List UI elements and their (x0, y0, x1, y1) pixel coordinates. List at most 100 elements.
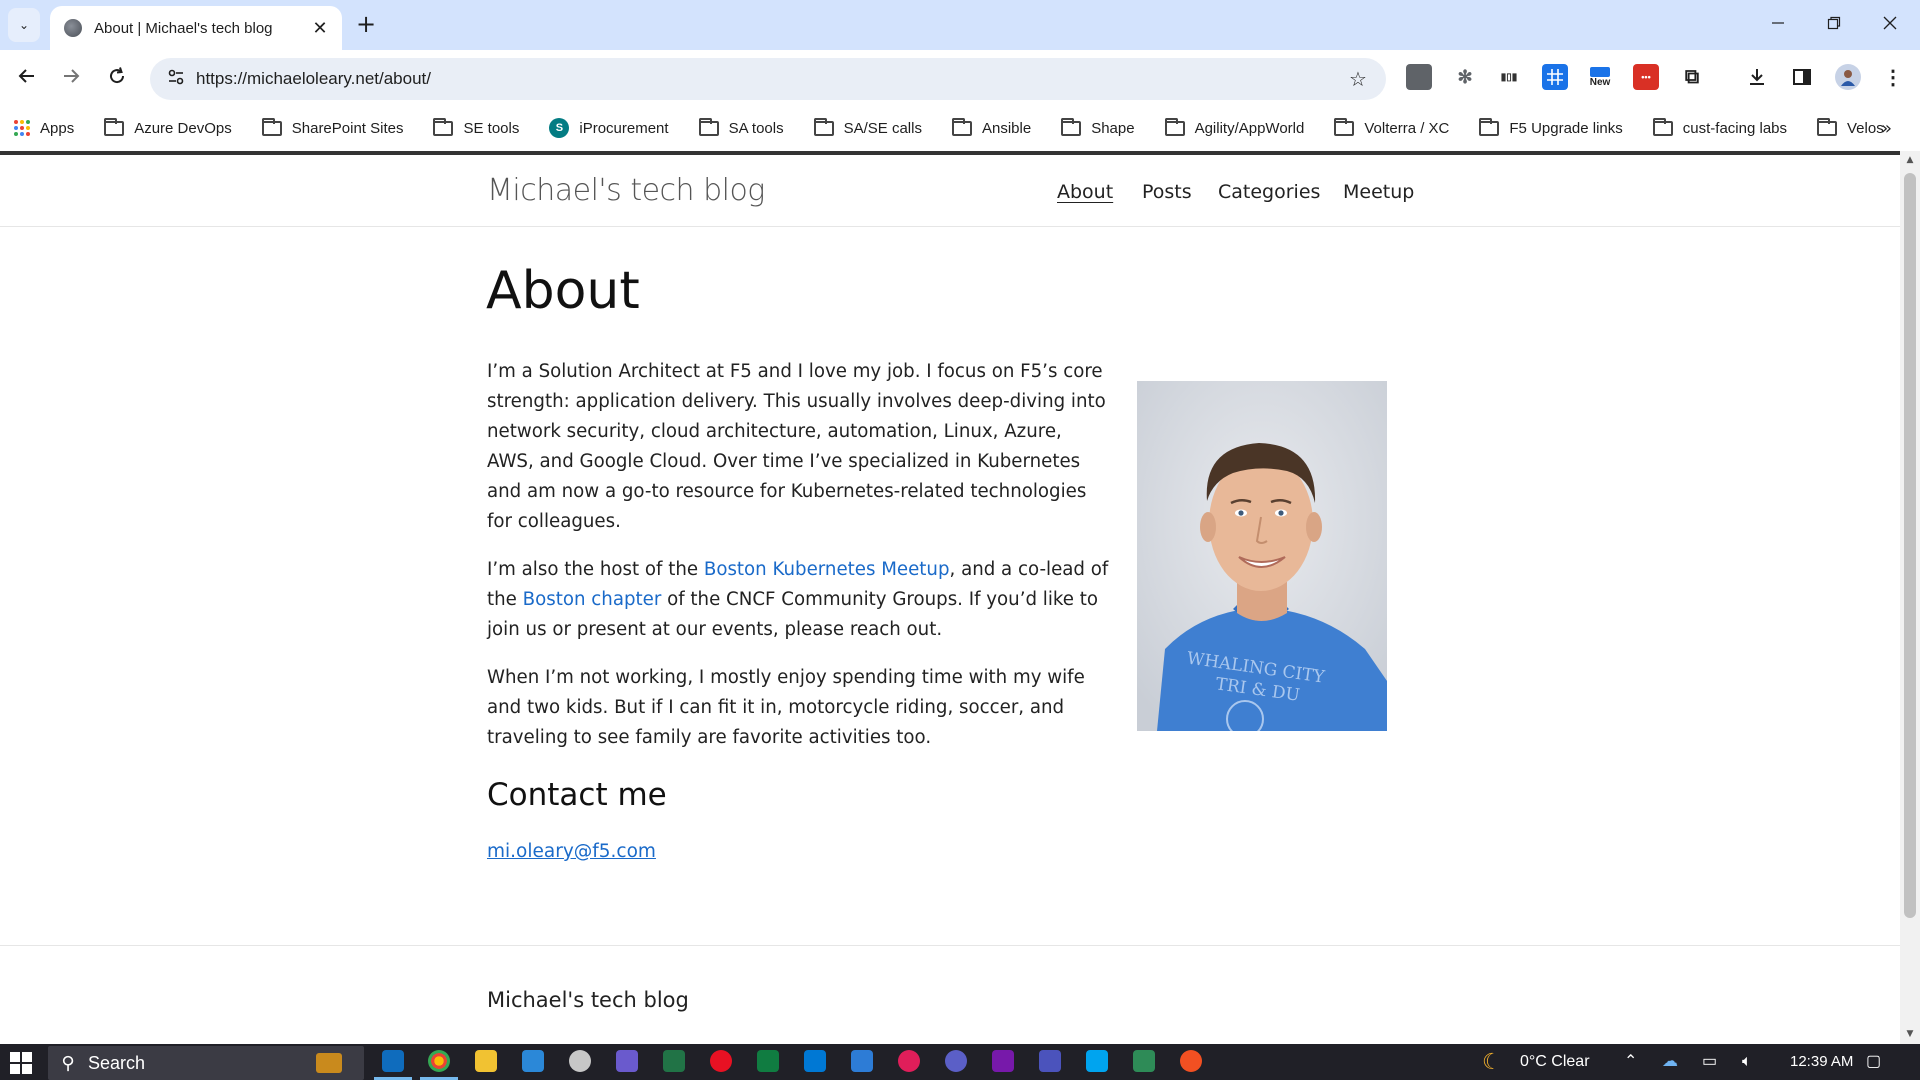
profile-avatar[interactable] (1835, 64, 1861, 90)
show-hidden-icons-icon[interactable]: ⌃ (1624, 1044, 1637, 1080)
volume-icon[interactable]: 🔈︎ (1742, 1044, 1752, 1080)
slack-icon[interactable] (898, 1050, 920, 1072)
close-tab-icon[interactable]: ✕ (310, 18, 330, 39)
scroll-up-arrow-icon[interactable]: ▲ (1900, 155, 1920, 165)
page-scrollbar[interactable]: ▲ ▼ (1900, 151, 1920, 1044)
weather-text[interactable]: 0°C Clear (1520, 1044, 1590, 1080)
app-icon-8[interactable] (710, 1050, 732, 1072)
todo-icon[interactable] (522, 1050, 544, 1072)
clock[interactable]: 12:39 AM (1790, 1044, 1853, 1080)
paragraph-intro: I’m a Solution Architect at F5 and I lov… (487, 361, 1106, 532)
moon-weather-icon: ☾ (1482, 1049, 1502, 1074)
vscode-icon[interactable] (804, 1050, 826, 1072)
extension-icon-3[interactable]: ▮▯▮ (1496, 64, 1522, 90)
puzzle-icon[interactable]: ⧉ (1679, 64, 1705, 90)
reload-icon (110, 67, 125, 84)
bookmark-folder[interactable]: SharePoint Sites (261, 117, 404, 137)
taskbar-search-box[interactable]: ⚲ Search (48, 1046, 364, 1080)
teams-icon[interactable] (1039, 1050, 1061, 1072)
extension-icon-1[interactable] (1406, 64, 1432, 90)
scroll-down-arrow-icon[interactable]: ▼ (1900, 1029, 1920, 1039)
battery-icon[interactable]: ▭ (1702, 1044, 1717, 1080)
excel-icon[interactable] (663, 1050, 685, 1072)
site-info-icon[interactable] (156, 68, 196, 90)
app-icon-5[interactable] (569, 1050, 591, 1072)
bookmark-folder[interactable]: Velos (1817, 117, 1884, 137)
minimize-button[interactable] (1758, 10, 1798, 40)
download-icon[interactable] (1744, 64, 1770, 90)
globe-icon (64, 19, 82, 37)
onenote-icon[interactable] (992, 1050, 1014, 1072)
folder-icon (1817, 117, 1837, 136)
bookmark-label: Volterra / XC (1364, 119, 1450, 137)
extension-icon-new[interactable]: New (1587, 64, 1613, 90)
arrow-right-icon (64, 69, 80, 83)
bookmark-apps[interactable]: Apps (14, 120, 74, 137)
folder-icon (1164, 117, 1185, 136)
close-window-button[interactable] (1870, 10, 1910, 40)
apps-grid-icon (14, 120, 30, 136)
close-icon (1883, 16, 1897, 30)
bookmark-folder[interactable]: Ansible (951, 117, 1031, 137)
app-icon-16[interactable] (1086, 1050, 1108, 1072)
file-explorer-icon[interactable] (475, 1050, 497, 1072)
bookmark-folder[interactable]: Agility/AppWorld (1164, 117, 1304, 137)
tab-search-button[interactable]: ⌄ (8, 8, 40, 42)
author-photo: WHALING CITY TRI & DU (1137, 381, 1387, 731)
back-button[interactable] (12, 64, 42, 94)
forward-button[interactable] (56, 64, 86, 94)
bookmark-label: Azure DevOps (134, 119, 232, 137)
text: I’m also the host of the (487, 559, 704, 580)
bookmark-label: Shape (1091, 119, 1135, 137)
app-icon-17[interactable] (1133, 1050, 1155, 1072)
extension-new-label: New (1589, 76, 1611, 88)
chrome-icon[interactable] (428, 1050, 450, 1072)
address-bar[interactable]: https://michaeloleary.net/about/ ☆ (150, 58, 1386, 100)
active-tab[interactable]: About | Michael's tech blog ✕ (50, 6, 342, 50)
boston-chapter-link[interactable]: Boston chapter (523, 589, 662, 610)
bookmark-link[interactable]: SiProcurement (549, 118, 669, 138)
bookmark-label: SharePoint Sites (291, 119, 404, 137)
app-icon-18[interactable] (1180, 1050, 1202, 1072)
bookmark-folder[interactable]: Azure DevOps (104, 117, 232, 137)
folder-icon (433, 117, 454, 136)
tab-strip: ⌄ About | Michael's tech blog ✕ + (0, 0, 1920, 50)
side-panel-icon[interactable] (1789, 64, 1815, 90)
outlook-icon[interactable] (382, 1050, 404, 1072)
bookmark-star-icon[interactable]: ☆ (1338, 67, 1378, 91)
extension-icon-2[interactable]: ✻ (1452, 64, 1478, 90)
restore-button[interactable] (1814, 10, 1854, 40)
contact-heading: Contact me (487, 777, 667, 813)
bookmark-label: SA tools (728, 119, 784, 137)
scrollbar-thumb[interactable] (1904, 173, 1916, 918)
bookmark-folder[interactable]: SA tools (698, 117, 784, 137)
more-bookmarks-icon[interactable]: » (1881, 118, 1892, 139)
bookmark-folder[interactable]: F5 Upgrade links (1479, 117, 1623, 137)
url-text[interactable]: https://michaeloleary.net/about/ (196, 69, 1338, 89)
onedrive-icon[interactable]: ☁ (1662, 1044, 1678, 1080)
bookmark-folder[interactable]: SE tools (433, 117, 519, 137)
nav-categories[interactable]: Categories (1218, 181, 1320, 203)
site-title[interactable]: Michael's tech blog (487, 173, 765, 208)
kebab-menu-icon[interactable]: ⋮ (1880, 64, 1906, 90)
extension-icon-6[interactable]: ••• (1633, 64, 1659, 90)
notifications-icon[interactable]: ▢ (1866, 1044, 1881, 1080)
app-icon-6[interactable] (616, 1050, 638, 1072)
bookmark-folder[interactable]: Shape (1061, 117, 1135, 137)
start-windows-icon[interactable] (10, 1052, 32, 1074)
nav-posts[interactable]: Posts (1142, 181, 1192, 203)
app-icon-9[interactable] (757, 1050, 779, 1072)
folder-icon (951, 117, 972, 136)
boston-kubernetes-meetup-link[interactable]: Boston Kubernetes Meetup (704, 559, 950, 580)
nav-meetup[interactable]: Meetup (1343, 181, 1414, 203)
extension-icon-4[interactable] (1542, 64, 1568, 90)
reload-button[interactable] (102, 64, 132, 94)
new-tab-button[interactable]: + (352, 10, 380, 38)
bookmark-folder[interactable]: SA/SE calls (813, 117, 922, 137)
bookmark-folder[interactable]: Volterra / XC (1334, 117, 1450, 137)
nav-about[interactable]: About (1057, 181, 1113, 203)
bookmark-folder[interactable]: cust-facing labs (1652, 117, 1787, 137)
powershell-icon[interactable] (851, 1050, 873, 1072)
app-icon-13[interactable] (945, 1050, 967, 1072)
email-link[interactable]: mi.oleary@f5.com (487, 841, 656, 862)
